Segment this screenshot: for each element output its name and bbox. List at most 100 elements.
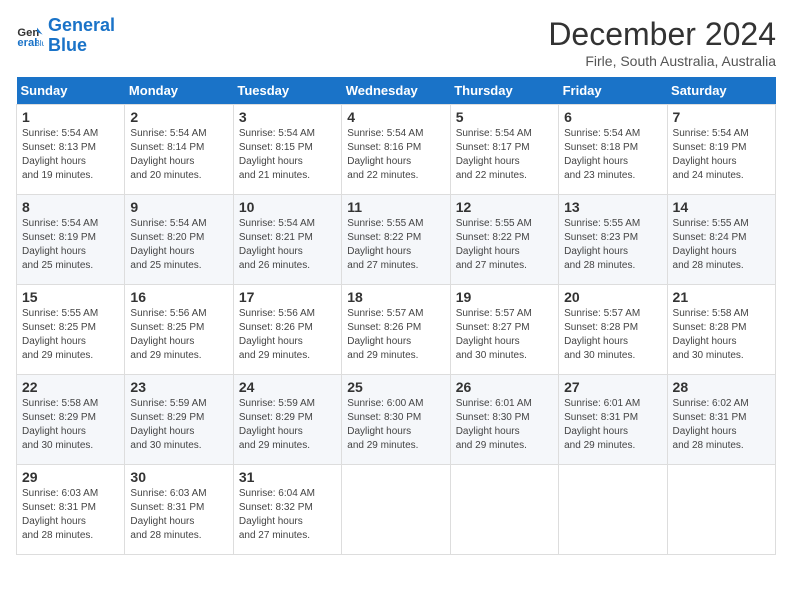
day-number: 13 <box>564 199 661 215</box>
day-info: Sunrise: 5:54 AM Sunset: 8:16 PM Dayligh… <box>347 127 444 183</box>
day-cell-1: 1 Sunrise: 5:54 AM Sunset: 8:13 PM Dayli… <box>17 105 125 195</box>
col-friday: Friday <box>559 77 667 105</box>
day-info: Sunrise: 5:56 AM Sunset: 8:25 PM Dayligh… <box>130 307 227 363</box>
day-cell-7: 7 Sunrise: 5:54 AM Sunset: 8:19 PM Dayli… <box>667 105 775 195</box>
calendar-week-1: 1 Sunrise: 5:54 AM Sunset: 8:13 PM Dayli… <box>17 105 776 195</box>
logo-icon: Gen eral Blue <box>16 22 44 50</box>
day-info: Sunrise: 5:55 AM Sunset: 8:22 PM Dayligh… <box>347 217 444 273</box>
day-cell-24: 24 Sunrise: 5:59 AM Sunset: 8:29 PM Dayl… <box>233 375 341 465</box>
day-number: 6 <box>564 109 661 125</box>
day-info: Sunrise: 5:58 AM Sunset: 8:29 PM Dayligh… <box>22 397 119 453</box>
day-number: 21 <box>673 289 770 305</box>
col-tuesday: Tuesday <box>233 77 341 105</box>
title-area: December 2024 Firle, South Australia, Au… <box>548 16 776 69</box>
day-cell-4: 4 Sunrise: 5:54 AM Sunset: 8:16 PM Dayli… <box>342 105 450 195</box>
day-cell-21: 21 Sunrise: 5:58 AM Sunset: 8:28 PM Dayl… <box>667 285 775 375</box>
day-number: 17 <box>239 289 336 305</box>
day-number: 7 <box>673 109 770 125</box>
day-cell-6: 6 Sunrise: 5:54 AM Sunset: 8:18 PM Dayli… <box>559 105 667 195</box>
day-number: 3 <box>239 109 336 125</box>
day-number: 31 <box>239 469 336 485</box>
day-info: Sunrise: 6:00 AM Sunset: 8:30 PM Dayligh… <box>347 397 444 453</box>
day-cell-12: 12 Sunrise: 5:55 AM Sunset: 8:22 PM Dayl… <box>450 195 558 285</box>
day-info: Sunrise: 6:03 AM Sunset: 8:31 PM Dayligh… <box>22 487 119 543</box>
day-cell-13: 13 Sunrise: 5:55 AM Sunset: 8:23 PM Dayl… <box>559 195 667 285</box>
day-number: 5 <box>456 109 553 125</box>
day-info: Sunrise: 5:54 AM Sunset: 8:19 PM Dayligh… <box>673 127 770 183</box>
location: Firle, South Australia, Australia <box>548 53 776 69</box>
day-cell-19: 19 Sunrise: 5:57 AM Sunset: 8:27 PM Dayl… <box>450 285 558 375</box>
day-info: Sunrise: 5:55 AM Sunset: 8:22 PM Dayligh… <box>456 217 553 273</box>
day-info: Sunrise: 5:55 AM Sunset: 8:25 PM Dayligh… <box>22 307 119 363</box>
calendar-week-2: 8 Sunrise: 5:54 AM Sunset: 8:19 PM Dayli… <box>17 195 776 285</box>
day-number: 8 <box>22 199 119 215</box>
day-cell-16: 16 Sunrise: 5:56 AM Sunset: 8:25 PM Dayl… <box>125 285 233 375</box>
day-cell-10: 10 Sunrise: 5:54 AM Sunset: 8:21 PM Dayl… <box>233 195 341 285</box>
day-info: Sunrise: 5:59 AM Sunset: 8:29 PM Dayligh… <box>130 397 227 453</box>
day-info: Sunrise: 5:57 AM Sunset: 8:27 PM Dayligh… <box>456 307 553 363</box>
day-cell-9: 9 Sunrise: 5:54 AM Sunset: 8:20 PM Dayli… <box>125 195 233 285</box>
day-cell-3: 3 Sunrise: 5:54 AM Sunset: 8:15 PM Dayli… <box>233 105 341 195</box>
empty-cell <box>450 465 558 555</box>
day-cell-29: 29 Sunrise: 6:03 AM Sunset: 8:31 PM Dayl… <box>17 465 125 555</box>
calendar-week-5: 29 Sunrise: 6:03 AM Sunset: 8:31 PM Dayl… <box>17 465 776 555</box>
day-cell-22: 22 Sunrise: 5:58 AM Sunset: 8:29 PM Dayl… <box>17 375 125 465</box>
day-number: 4 <box>347 109 444 125</box>
day-number: 9 <box>130 199 227 215</box>
day-cell-17: 17 Sunrise: 5:56 AM Sunset: 8:26 PM Dayl… <box>233 285 341 375</box>
day-cell-23: 23 Sunrise: 5:59 AM Sunset: 8:29 PM Dayl… <box>125 375 233 465</box>
day-info: Sunrise: 5:55 AM Sunset: 8:23 PM Dayligh… <box>564 217 661 273</box>
day-cell-18: 18 Sunrise: 5:57 AM Sunset: 8:26 PM Dayl… <box>342 285 450 375</box>
day-cell-25: 25 Sunrise: 6:00 AM Sunset: 8:30 PM Dayl… <box>342 375 450 465</box>
day-info: Sunrise: 6:01 AM Sunset: 8:30 PM Dayligh… <box>456 397 553 453</box>
day-cell-26: 26 Sunrise: 6:01 AM Sunset: 8:30 PM Dayl… <box>450 375 558 465</box>
day-cell-27: 27 Sunrise: 6:01 AM Sunset: 8:31 PM Dayl… <box>559 375 667 465</box>
day-number: 22 <box>22 379 119 395</box>
day-number: 25 <box>347 379 444 395</box>
day-number: 23 <box>130 379 227 395</box>
day-cell-14: 14 Sunrise: 5:55 AM Sunset: 8:24 PM Dayl… <box>667 195 775 285</box>
col-wednesday: Wednesday <box>342 77 450 105</box>
day-number: 28 <box>673 379 770 395</box>
day-cell-15: 15 Sunrise: 5:55 AM Sunset: 8:25 PM Dayl… <box>17 285 125 375</box>
day-info: Sunrise: 5:54 AM Sunset: 8:19 PM Dayligh… <box>22 217 119 273</box>
day-number: 10 <box>239 199 336 215</box>
day-info: Sunrise: 5:56 AM Sunset: 8:26 PM Dayligh… <box>239 307 336 363</box>
day-number: 19 <box>456 289 553 305</box>
day-cell-11: 11 Sunrise: 5:55 AM Sunset: 8:22 PM Dayl… <box>342 195 450 285</box>
col-thursday: Thursday <box>450 77 558 105</box>
day-number: 11 <box>347 199 444 215</box>
day-info: Sunrise: 5:57 AM Sunset: 8:26 PM Dayligh… <box>347 307 444 363</box>
day-info: Sunrise: 5:58 AM Sunset: 8:28 PM Dayligh… <box>673 307 770 363</box>
empty-cell <box>667 465 775 555</box>
day-cell-5: 5 Sunrise: 5:54 AM Sunset: 8:17 PM Dayli… <box>450 105 558 195</box>
logo-text: GeneralBlue <box>48 16 115 56</box>
day-cell-28: 28 Sunrise: 6:02 AM Sunset: 8:31 PM Dayl… <box>667 375 775 465</box>
day-number: 16 <box>130 289 227 305</box>
empty-cell <box>559 465 667 555</box>
day-info: Sunrise: 5:54 AM Sunset: 8:15 PM Dayligh… <box>239 127 336 183</box>
day-info: Sunrise: 5:54 AM Sunset: 8:13 PM Dayligh… <box>22 127 119 183</box>
svg-text:Blue: Blue <box>34 38 44 48</box>
calendar-week-3: 15 Sunrise: 5:55 AM Sunset: 8:25 PM Dayl… <box>17 285 776 375</box>
day-cell-2: 2 Sunrise: 5:54 AM Sunset: 8:14 PM Dayli… <box>125 105 233 195</box>
day-cell-20: 20 Sunrise: 5:57 AM Sunset: 8:28 PM Dayl… <box>559 285 667 375</box>
day-info: Sunrise: 5:54 AM Sunset: 8:17 PM Dayligh… <box>456 127 553 183</box>
day-number: 26 <box>456 379 553 395</box>
day-number: 29 <box>22 469 119 485</box>
day-number: 1 <box>22 109 119 125</box>
day-info: Sunrise: 5:57 AM Sunset: 8:28 PM Dayligh… <box>564 307 661 363</box>
day-number: 27 <box>564 379 661 395</box>
month-title: December 2024 <box>548 16 776 53</box>
day-info: Sunrise: 6:04 AM Sunset: 8:32 PM Dayligh… <box>239 487 336 543</box>
day-info: Sunrise: 5:54 AM Sunset: 8:20 PM Dayligh… <box>130 217 227 273</box>
day-number: 24 <box>239 379 336 395</box>
calendar-table: Sunday Monday Tuesday Wednesday Thursday… <box>16 77 776 555</box>
calendar-week-4: 22 Sunrise: 5:58 AM Sunset: 8:29 PM Dayl… <box>17 375 776 465</box>
empty-cell <box>342 465 450 555</box>
day-info: Sunrise: 6:01 AM Sunset: 8:31 PM Dayligh… <box>564 397 661 453</box>
day-number: 18 <box>347 289 444 305</box>
day-cell-8: 8 Sunrise: 5:54 AM Sunset: 8:19 PM Dayli… <box>17 195 125 285</box>
day-info: Sunrise: 6:03 AM Sunset: 8:31 PM Dayligh… <box>130 487 227 543</box>
col-saturday: Saturday <box>667 77 775 105</box>
